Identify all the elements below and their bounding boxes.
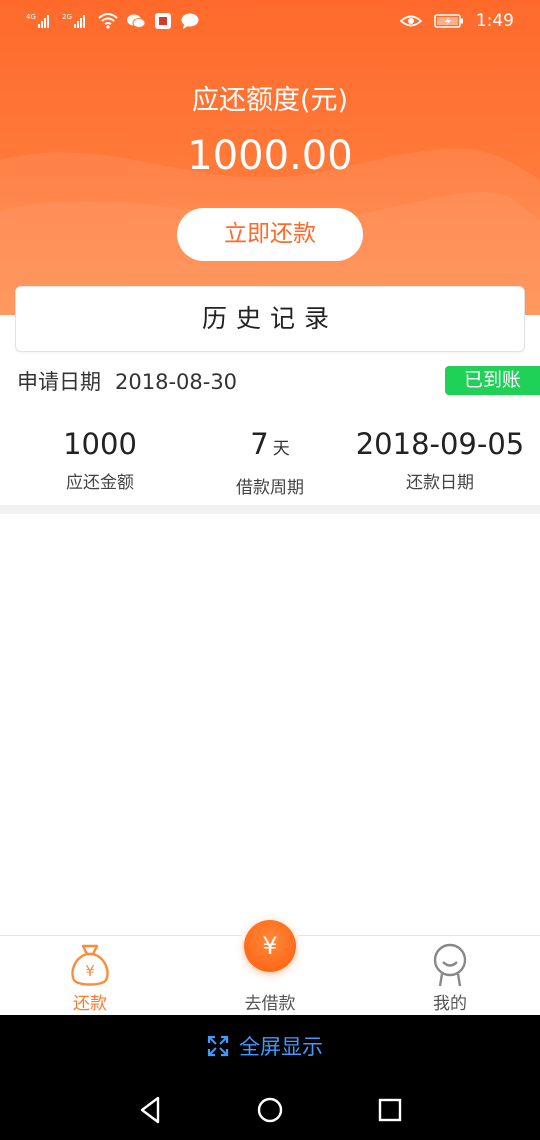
eye-icon	[399, 12, 423, 30]
section-divider	[0, 505, 540, 514]
fullscreen-button[interactable]: 全屏显示	[207, 1031, 323, 1061]
nav-label-mine: 我的	[433, 994, 467, 1014]
system-navigation-bar	[0, 1077, 540, 1140]
amount-value: 1000	[63, 427, 137, 461]
nav-label-repay: 还款	[73, 994, 107, 1014]
status-badge: 已到账	[445, 366, 540, 395]
home-icon[interactable]	[252, 1092, 288, 1128]
nav-item-mine[interactable]: 我的	[390, 936, 510, 1016]
apply-date-label: 申请日期	[17, 370, 101, 394]
due-amount-value: 1000.00	[187, 133, 353, 179]
wifi-icon	[98, 12, 118, 30]
clock: 1:49	[475, 11, 514, 31]
signal-icon: 4G	[26, 12, 54, 30]
history-records-header[interactable]: 历史记录	[15, 286, 525, 352]
repay-date-stat: 2018-09-05 还款日期	[355, 426, 525, 493]
repay-date-value: 2018-09-05	[355, 427, 525, 461]
nav-label-borrow: 去借款	[244, 994, 296, 1014]
period-stat: 7天 借款周期	[210, 426, 330, 498]
status-bar: 4G 2G 1:49	[0, 0, 540, 46]
repay-now-button[interactable]: 立即还款	[177, 208, 363, 261]
amount-label: 应还金额	[66, 473, 134, 493]
due-amount-label: 应还额度(元)	[191, 85, 349, 116]
recents-icon[interactable]	[372, 1092, 408, 1128]
borrow-fab-button[interactable]: ¥	[244, 920, 296, 972]
fullscreen-bar: 全屏显示	[0, 1015, 540, 1077]
fullscreen-label: 全屏显示	[239, 1035, 323, 1059]
apply-date-row: 申请日期 2018-08-30	[17, 366, 237, 396]
amount-stat: 1000 应还金额	[40, 426, 160, 493]
expand-icon	[207, 1035, 229, 1057]
repay-date-label: 还款日期	[406, 473, 474, 493]
app-notification-icon	[154, 12, 172, 30]
signal-icon: 2G	[62, 12, 90, 30]
nav-item-repay[interactable]: ¥ 还款	[30, 936, 150, 1016]
period-value: 7	[250, 427, 269, 461]
person-icon	[433, 943, 467, 987]
svg-text:¥: ¥	[85, 962, 95, 980]
apply-date-value: 2018-08-30	[115, 370, 238, 394]
battery-icon	[434, 12, 464, 30]
period-label: 借款周期	[236, 478, 304, 498]
header-banner: 4G 2G 1:49 应还额度(元) 1000.00 立即还款	[0, 0, 540, 315]
yuan-icon: ¥	[262, 932, 278, 960]
message-icon	[180, 12, 200, 30]
period-unit: 天	[272, 439, 290, 459]
wechat-icon	[126, 12, 146, 30]
money-bag-icon: ¥	[71, 944, 109, 986]
svg-text:2G: 2G	[62, 13, 72, 21]
svg-text:4G: 4G	[26, 13, 36, 21]
back-icon[interactable]	[132, 1092, 168, 1128]
